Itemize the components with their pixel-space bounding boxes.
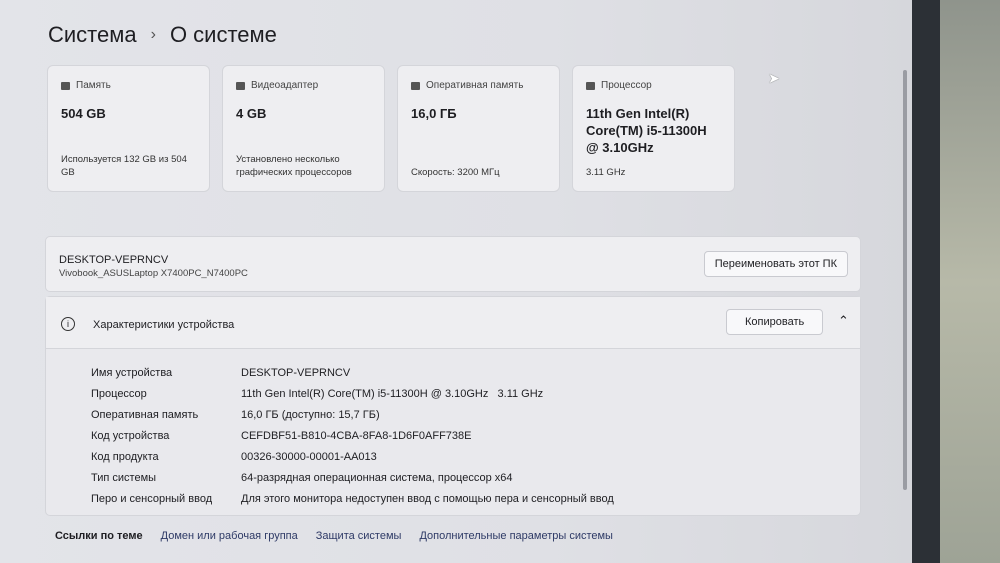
spec-label: Тип системы: [91, 471, 157, 484]
spec-value: Для этого монитора недоступен ввод с пом…: [241, 492, 614, 505]
card-sub: Установлено несколько графических процес…: [236, 154, 352, 178]
rename-pc-button[interactable]: Переименовать этот ПК: [703, 251, 848, 277]
domain-workgroup-link[interactable]: Домен или рабочая группа: [161, 530, 298, 542]
spec-value: 64-разрядная операционная система, проце…: [241, 471, 513, 484]
card-sub: Используется 132 GB из 504 GB: [61, 154, 187, 178]
chevron-right-icon: ›: [150, 26, 156, 43]
background-room: [940, 0, 1000, 563]
device-model: Vivobook_ASUSLaptop X7400PC_N7400PC: [59, 268, 248, 279]
spec-row: Оперативная память 16,0 ГБ (доступно: 15,…: [91, 404, 614, 425]
storage-icon: [61, 81, 70, 90]
specs-list: Имя устройства DESKTOP-VEPRNCV Процессор 1…: [91, 362, 614, 509]
spec-label: Код продукта: [91, 450, 159, 463]
spec-label: Перо и сенсорный ввод: [91, 492, 213, 505]
card-sub: Скорость: 3200 МГц: [411, 167, 500, 178]
cpu-card[interactable]: Процессор 11th Gen Intel(R) Core(TM) i5-1…: [572, 65, 735, 192]
spec-row: Перо и сенсорный ввод Для этого монитора …: [91, 488, 614, 509]
device-name-panel: DESKTOP-VEPRNCV Vivobook_ASUSLaptop X740…: [45, 236, 861, 292]
specs-title: Характеристики устройства: [93, 319, 235, 331]
scrollbar[interactable]: [903, 70, 907, 490]
card-value: 4 GB: [236, 106, 267, 121]
card-value: 504 GB: [61, 106, 106, 121]
card-title: Процессор: [601, 80, 652, 91]
card-title: Оперативная память: [426, 80, 524, 91]
spec-value: 16,0 ГБ (доступно: 15,7 ГБ): [241, 408, 380, 421]
device-name: DESKTOP-VEPRNCV: [59, 254, 169, 266]
card-value: 11th Gen Intel(R) Core(TM) i5-11300H @ 3…: [586, 106, 707, 155]
ram-card[interactable]: Оперативная память 16,0 ГБ Скорость: 3200 …: [397, 65, 560, 192]
card-value: 16,0 ГБ: [411, 106, 457, 121]
spec-label: Процессор: [91, 387, 147, 400]
gpu-card[interactable]: Видеоадаптер 4 GB Установлено несколько гр…: [222, 65, 385, 192]
settings-window: Система › О системе Память 504 GB Использу…: [0, 0, 912, 563]
storage-card[interactable]: Память 504 GB Используется 132 GB из 504 G…: [47, 65, 210, 192]
spec-value: 11th Gen Intel(R) Core(TM) i5-11300H @ 3…: [241, 387, 544, 400]
spec-label: Код устройства: [91, 429, 170, 442]
monitor-bezel: [912, 0, 940, 563]
spec-value: 00326-30000-00001-AA013: [241, 450, 377, 463]
spec-label: Оперативная память: [91, 408, 199, 421]
spec-value: CEFDBF51-B810-4CBA-8FA8-1D6F0AFF738E: [241, 429, 472, 442]
spec-row: Код устройства CEFDBF51-B810-4CBA-8FA8-1D…: [91, 425, 614, 446]
advanced-system-settings-link[interactable]: Дополнительные параметры системы: [419, 530, 613, 542]
spec-label: Имя устройства: [91, 366, 173, 379]
related-links-label: Ссылки по теме: [55, 530, 143, 542]
specs-header[interactable]: i Характеристики устройства Копировать ⌃: [46, 297, 860, 349]
card-sub: 3.11 GHz: [586, 167, 626, 178]
page-title: О системе: [169, 22, 277, 47]
related-links: Ссылки по теме Домен или рабочая группа …: [55, 530, 613, 542]
spec-value: DESKTOP-VEPRNCV: [241, 366, 351, 379]
system-protection-link[interactable]: Защита системы: [316, 530, 402, 542]
card-title: Видеоадаптер: [251, 80, 319, 91]
breadcrumb-parent[interactable]: Система: [48, 22, 137, 48]
display-adapter-icon: [236, 81, 245, 90]
ram-icon: [411, 81, 420, 90]
card-title: Память: [76, 80, 111, 91]
spec-row: Код продукта 00326-30000-00001-AA013: [91, 446, 614, 467]
copy-button[interactable]: Копировать: [726, 309, 824, 335]
chevron-up-icon[interactable]: ⌃: [838, 313, 849, 329]
spec-row: Тип системы 64-разрядная операционная сис…: [91, 467, 614, 488]
info-icon: i: [61, 317, 75, 331]
mouse-cursor-icon: ➤: [768, 70, 780, 86]
breadcrumb: Система › О системе: [48, 22, 277, 48]
processor-icon: [586, 81, 595, 90]
spec-row: Имя устройства DESKTOP-VEPRNCV: [91, 362, 614, 383]
spec-row: Процессор 11th Gen Intel(R) Core(TM) i5-1…: [91, 383, 614, 404]
